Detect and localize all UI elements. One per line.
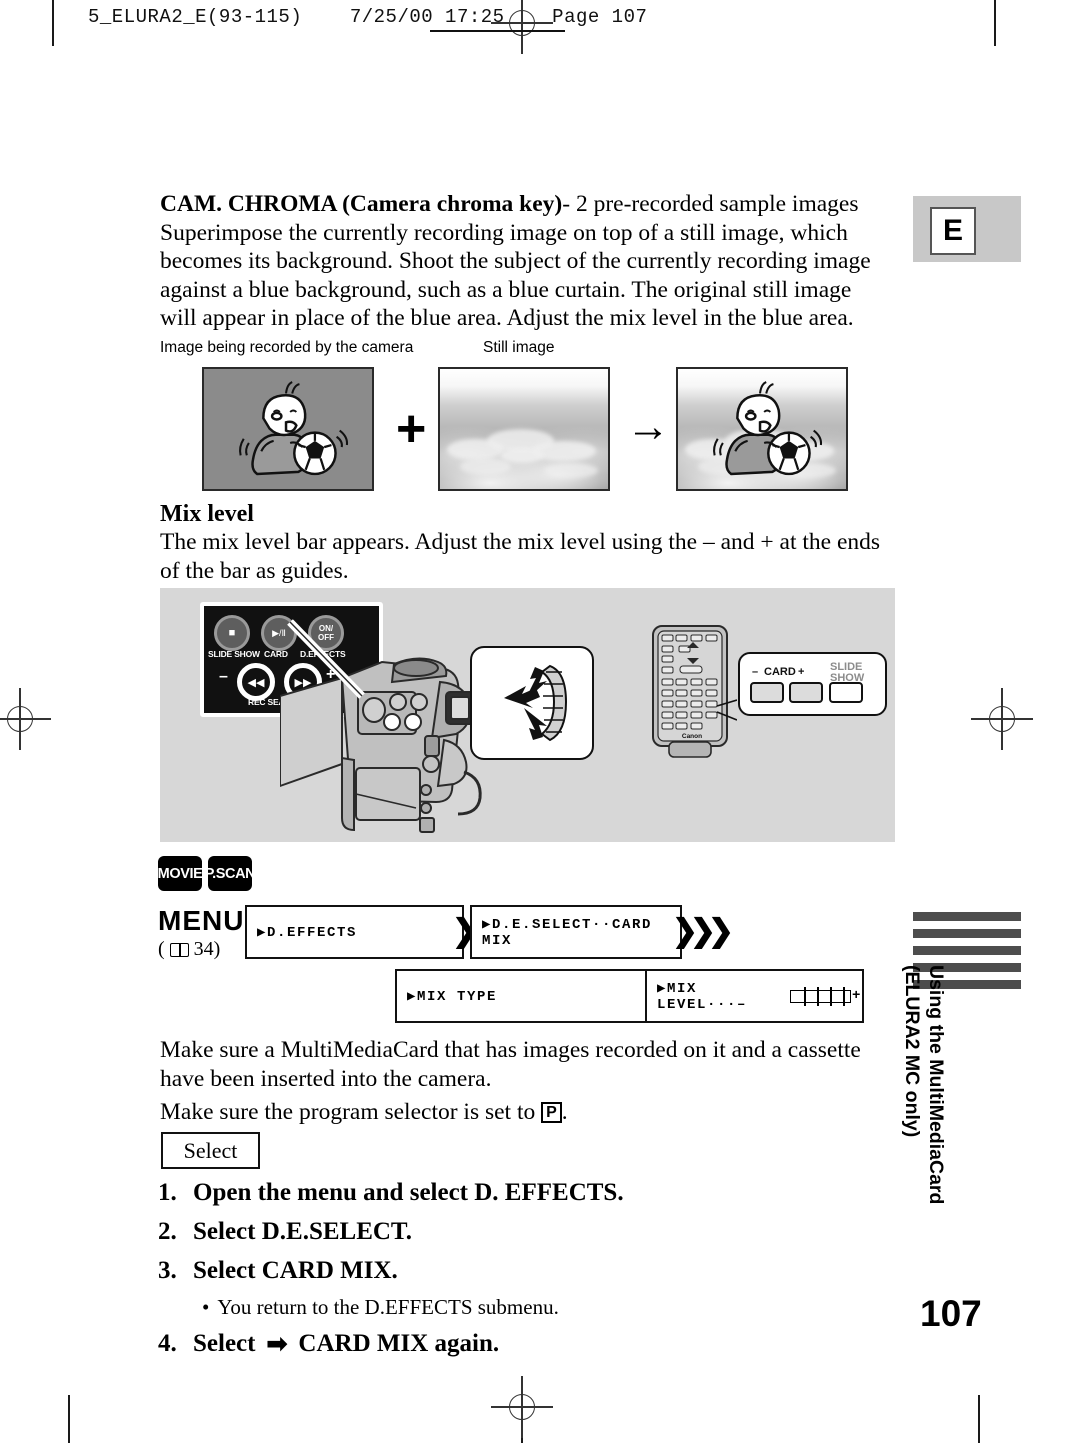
remote-control-illustration: Canon: [647, 624, 737, 759]
step-4-number: 4.: [158, 1330, 177, 1357]
svg-text:Canon: Canon: [682, 733, 702, 740]
registration-mark-left: [0, 688, 51, 750]
cloud-photo: [440, 369, 608, 489]
side-tab-title-line1: Using the MultiMediaCard: [925, 965, 947, 1205]
menu-screen-d-effects: ▶D.EFFECTS: [245, 905, 464, 959]
note-program-selector-after: .: [561, 1099, 568, 1125]
minus-sign-label: –: [219, 668, 228, 685]
page-number: 107: [920, 1293, 982, 1334]
select-button-label: Select: [183, 1137, 238, 1163]
print-header-underline: [430, 30, 565, 32]
remote-buttons-callout: – CARD + SLIDE SHOW: [738, 652, 887, 716]
registration-mark-bottom: [491, 1376, 553, 1438]
bullet-icon: •: [202, 1295, 210, 1319]
step-item-3: 3. Select CARD MIX.: [158, 1256, 898, 1286]
remote-card-plus-button[interactable]: [789, 682, 823, 703]
mix-level-screen-suffix: +: [851, 988, 862, 1004]
dial-callout-balloon: [470, 646, 594, 760]
crop-mark-top-left-vertical: [52, 0, 54, 46]
rewind-button[interactable]: ◀◀: [237, 663, 275, 701]
step-2-text: Select D.E.SELECT.: [193, 1218, 412, 1245]
language-badge-letter: E: [930, 207, 976, 255]
print-header-text: 5_ELURA2_E(93-115) 7/25/00 17:25 Page 10…: [88, 6, 648, 28]
step-1-number: 1.: [158, 1179, 177, 1206]
note-multimediacard: Make sure a MultiMediaCard that has imag…: [160, 1037, 861, 1092]
stop-button[interactable]: ■: [214, 615, 250, 651]
menu-label: MENU: [158, 905, 245, 936]
step-item-2: 2. Select D.E.SELECT.: [158, 1217, 898, 1247]
note-program-selector-before: Make sure the program selector is set to: [160, 1099, 542, 1125]
select-button[interactable]: Select: [161, 1132, 260, 1169]
step-3-sub-text: You return to the D.EFFECTS submenu.: [217, 1295, 559, 1319]
program-key-icon: P: [541, 1102, 562, 1123]
sample-image-row: + →: [160, 365, 895, 495]
step-4-text-after: CARD MIX again.: [298, 1330, 500, 1357]
menu-screen-de-select: ▶D.E.SELECT··CARD MIX: [470, 905, 682, 959]
thumbnail-still-image: [438, 367, 610, 491]
step-2-number: 2.: [158, 1218, 177, 1245]
intro-bold-lead: CAM. CHROMA (Camera chroma key): [160, 191, 563, 217]
step-3-number: 3.: [158, 1257, 177, 1284]
caption-recording-image: Image being recorded by the camera: [160, 339, 414, 356]
slide-show-label: SLIDE SHOW: [208, 649, 260, 659]
remote-card-minus-button[interactable]: [750, 682, 784, 703]
crop-mark-bottom-left-vertical: [68, 1395, 70, 1443]
remote-minus-label: –: [752, 666, 759, 678]
crop-mark-top-right-vertical: [994, 0, 996, 46]
menu-page-reference: ( 34): [158, 938, 220, 961]
mode-badge-movie: MOVIE: [157, 856, 203, 891]
menu-screen-mix-level: ▶MIX LEVEL···– +: [645, 969, 864, 1023]
side-tab-title: Using the MultiMediaCard (ELURA2 MC only…: [900, 965, 948, 1265]
note-program-selector: Make sure the program selector is set to…: [160, 1098, 890, 1127]
thumbnail-composite-result: [676, 367, 848, 491]
right-arrow-icon: ➡: [266, 1330, 288, 1358]
language-badge: E: [913, 196, 1021, 262]
camera-illustration-panel: ■ ▶/Ⅱ ON/ OFF SLIDE SHOW CARD D.EFFECTS …: [160, 588, 895, 842]
crop-mark-bottom-right-vertical: [978, 1395, 980, 1443]
menu-ref-open-paren: (: [158, 938, 165, 960]
mix-level-body: The mix level bar appears. Adjust the mi…: [160, 529, 881, 584]
side-tab-title-line2: (ELURA2 MC only): [901, 965, 923, 1138]
step-item-4: 4. Select ➡ CARD MIX again.: [158, 1329, 898, 1359]
remote-card-label: CARD: [764, 666, 796, 678]
book-icon: [169, 942, 189, 957]
side-tab-bar: [913, 929, 1021, 938]
stop-icon: ■: [228, 627, 236, 639]
arrow-operator-icon: →: [626, 402, 670, 451]
baby-with-ball-overlay: [702, 379, 826, 482]
side-tab-bar: [913, 912, 1021, 921]
mode-badge-movie-label: MOVIE: [157, 865, 203, 882]
registration-mark-right: [971, 688, 1033, 750]
step-3-text: Select CARD MIX.: [193, 1257, 398, 1284]
baby-with-ball-illustration: [228, 379, 352, 482]
rewind-icon: ◀◀: [247, 676, 265, 689]
mode-badge-pscan: P.SCAN: [205, 856, 256, 891]
mix-level-heading: Mix level: [160, 501, 254, 527]
remote-slide-show-button[interactable]: [829, 682, 863, 703]
remote-plus-label: +: [798, 666, 805, 678]
mode-badge-pscan-label: P.SCAN: [204, 865, 256, 882]
step-1-text: Open the menu and select D. EFFECTS.: [193, 1179, 624, 1206]
caption-still-image: Still image: [483, 339, 555, 356]
menu-screen-mix-type: ▶MIX TYPE: [395, 969, 664, 1023]
intro-paragraph: CAM. CHROMA (Camera chroma key)- 2 pre-r…: [160, 190, 890, 333]
mix-level-screen-prefix: ▶MIX LEVEL···–: [657, 980, 748, 1013]
side-tab-bar: [913, 946, 1021, 955]
step-4-text-before: Select: [193, 1330, 256, 1357]
mix-level-slider-graphic: [790, 986, 851, 1006]
plus-operator-icon: +: [396, 400, 427, 458]
thumbnail-recording-image: [202, 367, 374, 491]
chevron-triple-icon-1: ❯❯❯: [672, 913, 734, 948]
step-item-1: 1. Open the menu and select D. EFFECTS.: [158, 1178, 898, 1208]
procedure-steps-list: 1. Open the menu and select D. EFFECTS. …: [158, 1178, 898, 1368]
step-3-sub-bullet: • You return to the D.EFFECTS submenu.: [202, 1295, 898, 1320]
menu-ref-page: 34): [193, 938, 221, 960]
